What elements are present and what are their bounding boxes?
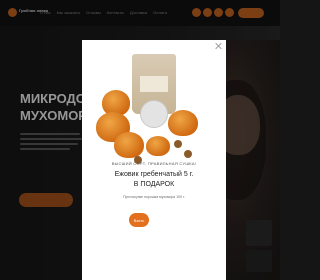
modal-subhead: ВЫСШИЙ СОРТ, ПРАВИЛЬНАЯ СУШКА! <box>111 161 197 166</box>
modal-headline: Ежовик гребенчатый 5 г. <box>114 171 194 178</box>
modal-small-print: При покупке порошка мухомора 100 г. <box>123 195 185 199</box>
modal-gift-text: В ПОДАРОК <box>133 181 175 188</box>
promo-modal: ВЫСШИЙ СОРТ, ПРАВИЛЬНАЯ СУШКА! Ежовик гр… <box>82 40 226 280</box>
product-image <box>96 50 214 174</box>
take-button[interactable]: Взять <box>129 213 149 227</box>
close-icon[interactable] <box>215 42 223 50</box>
product-jar <box>140 100 168 128</box>
